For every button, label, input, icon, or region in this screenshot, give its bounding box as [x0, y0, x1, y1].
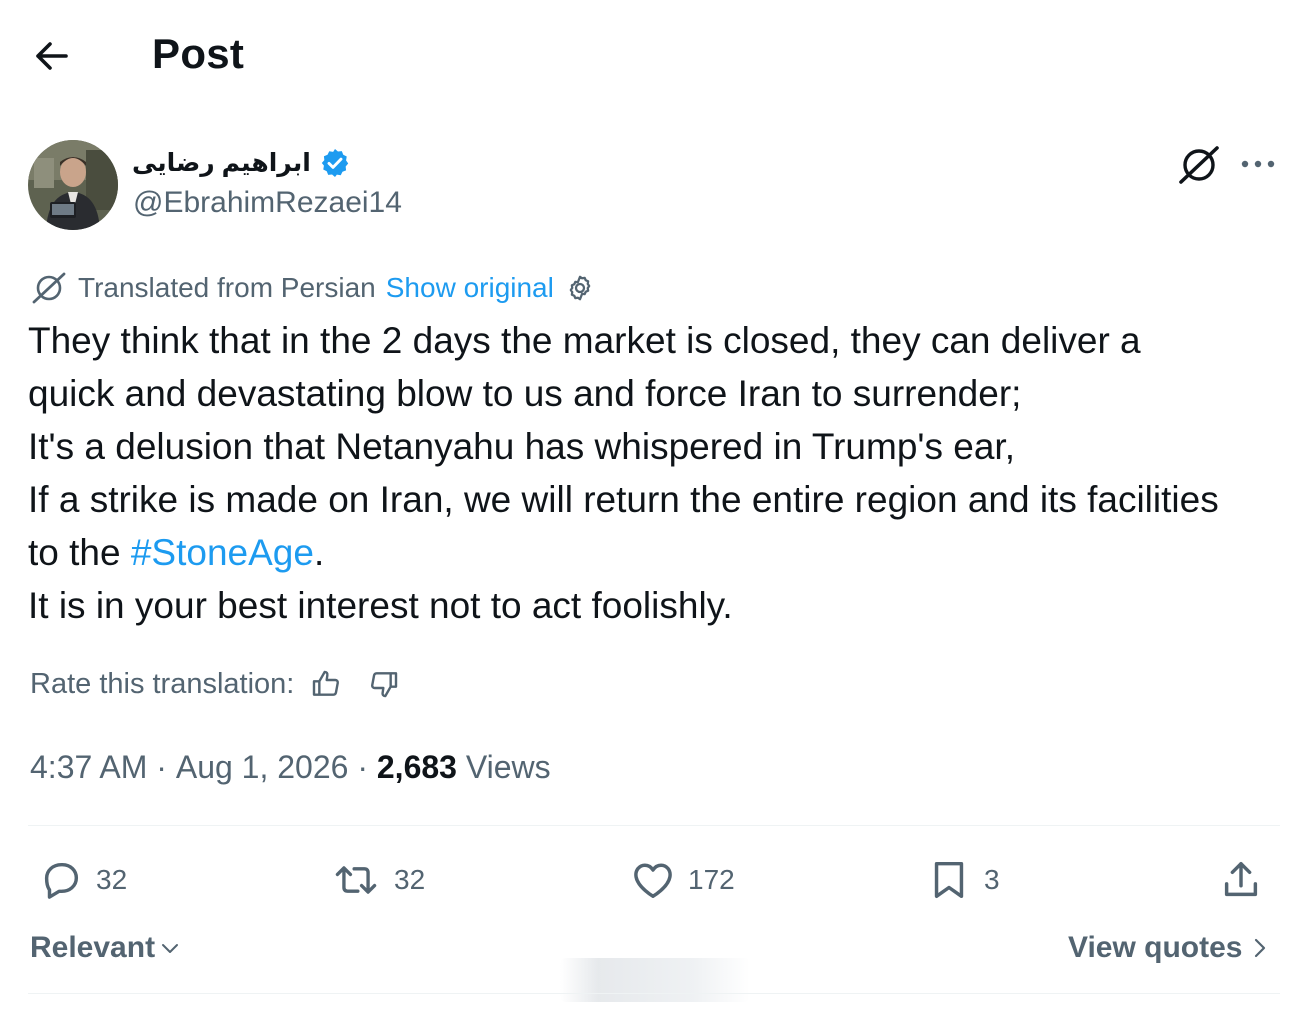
author-handle[interactable]: @EbrahimRezaei14 [133, 186, 402, 220]
grok-icon [1179, 146, 1219, 184]
show-original-link[interactable]: Show original [386, 272, 554, 304]
more-horizontal-icon [1241, 160, 1275, 168]
sort-dropdown[interactable]: Relevant [30, 928, 181, 968]
repost-icon [335, 866, 377, 894]
thumbs-up-button[interactable] [310, 668, 342, 700]
grok-translate-icon [32, 272, 66, 304]
bookmark-button[interactable]: 3 [926, 856, 1000, 904]
post-text-fragment: to the [28, 532, 131, 573]
bookmark-count: 3 [984, 864, 1000, 895]
reply-button[interactable]: 32 [38, 856, 127, 904]
divider [28, 825, 1280, 826]
views-count: 2,683 [376, 748, 457, 785]
translated-from-label: Translated from Persian [78, 272, 376, 303]
repost-count: 32 [394, 864, 426, 895]
thumbs-down-button[interactable] [368, 668, 400, 700]
post-date[interactable]: Aug 1, 2026 [176, 749, 349, 786]
hashtag-link[interactable]: #StoneAge [131, 532, 314, 573]
post-text-line: It is in your best interest not to act f… [28, 585, 733, 626]
post-text-line: They think that in the 2 days the market… [28, 320, 1141, 361]
post-text-fragment: . [313, 532, 325, 573]
chevron-right-icon [1254, 938, 1265, 958]
arrow-left-icon [36, 42, 68, 70]
gear-icon [569, 275, 591, 301]
view-quotes-label: View quotes [1068, 931, 1243, 964]
heart-icon [634, 863, 672, 899]
bookmark-icon [934, 861, 964, 899]
post-text-line: If a strike is made on Iran, we will ret… [28, 479, 1219, 520]
sort-label: Relevant [30, 931, 156, 964]
blurred-overlay [560, 958, 750, 1002]
grok-button[interactable] [1176, 142, 1222, 188]
meta-separator: · [147, 748, 176, 785]
post-text: They think that in the 2 days the market… [28, 314, 1288, 632]
repost-button[interactable]: 32 [330, 856, 425, 904]
back-button[interactable] [30, 36, 74, 76]
post-meta: 4:37 AM · Aug 1, 2026 · 2,683 Views [30, 745, 551, 789]
chevron-down-icon [162, 944, 179, 953]
translation-notice: Translated from Persian Show original [30, 268, 596, 308]
reply-icon [44, 862, 79, 899]
author-display-name[interactable]: ابراهیم رضایی [132, 148, 311, 178]
more-options-button[interactable] [1238, 150, 1278, 178]
thumbs-up-icon [313, 670, 340, 696]
verified-badge-icon [321, 149, 348, 177]
like-count: 172 [688, 864, 735, 895]
view-quotes-link[interactable]: View quotes [1068, 928, 1269, 968]
post-text-line: quick and devastating blow to us and for… [28, 373, 1022, 414]
divider [28, 993, 1280, 994]
post-text-line: It's a delusion that Netanyahu has whisp… [28, 426, 1015, 467]
reply-count: 32 [96, 864, 128, 895]
translation-settings-button[interactable] [564, 272, 596, 304]
author-name-row: ابراهیم رضایی [132, 143, 351, 183]
share-icon [1224, 861, 1258, 897]
page-title: Post [152, 30, 245, 77]
avatar[interactable] [28, 140, 118, 230]
thumbs-down-icon [371, 672, 398, 698]
views-label: Views [456, 748, 551, 785]
post-time[interactable]: 4:37 AM [30, 749, 147, 786]
rate-translation-row: Rate this translation: [30, 664, 400, 704]
post-text-line-with-hashtag: to the #StoneAge. [28, 526, 1288, 579]
meta-separator: · [348, 748, 377, 785]
like-button[interactable]: 172 [630, 856, 735, 904]
rate-translation-label: Rate this translation: [30, 667, 295, 700]
share-button[interactable] [1218, 856, 1264, 904]
